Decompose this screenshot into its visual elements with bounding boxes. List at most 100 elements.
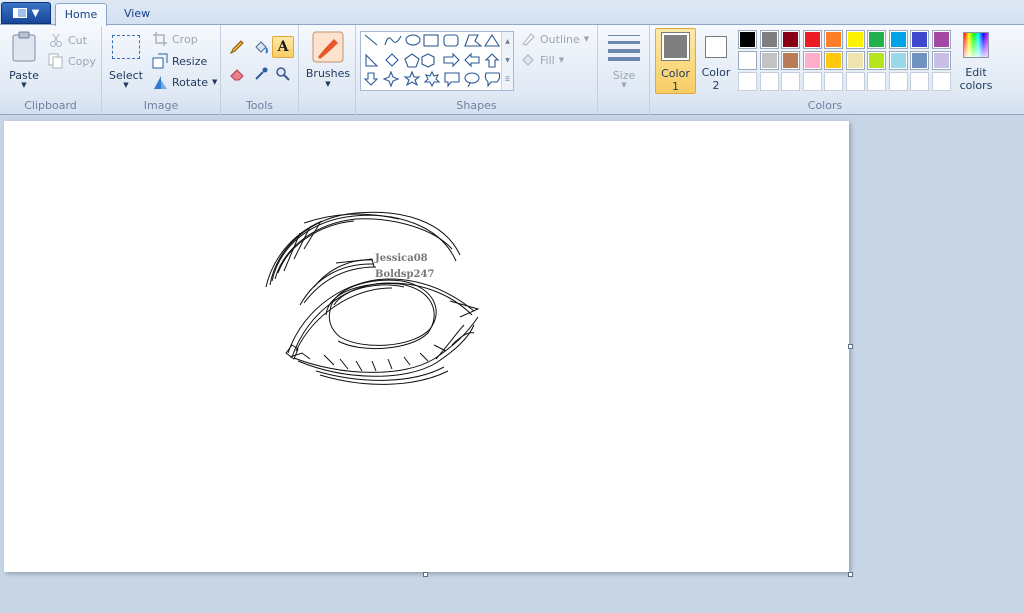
color2-label-text: Color	[701, 66, 731, 79]
magnifier-icon	[276, 67, 290, 81]
palette-swatch[interactable]	[802, 51, 822, 70]
palette-swatch[interactable]	[931, 51, 951, 70]
tools-group-label: Tools	[245, 99, 274, 112]
color1-label: Color 1	[656, 67, 695, 93]
crop-label: Crop	[172, 32, 198, 46]
brushes-button[interactable]: Brushes ▼	[305, 29, 351, 109]
eyedropper-icon	[255, 67, 268, 80]
copy-button[interactable]: Copy	[48, 51, 96, 71]
brushes-group: Brushes ▼	[299, 25, 356, 115]
crop-button[interactable]: Crop	[152, 29, 198, 49]
palette-empty-slot[interactable]	[867, 72, 886, 91]
palette-swatch[interactable]	[802, 30, 822, 49]
palette-empty-slot[interactable]	[824, 72, 843, 91]
chevron-down-icon: ▼	[325, 80, 331, 88]
palette-swatch[interactable]	[888, 30, 908, 49]
shapes-gallery: ▲ ▼ ☰	[360, 31, 514, 91]
outline-label: Outline	[540, 32, 580, 46]
palette-swatch[interactable]	[781, 51, 800, 70]
palette-empty-slot[interactable]	[802, 72, 822, 91]
color2-label: Color 2	[698, 66, 734, 92]
outline-button[interactable]: Outline ▼	[520, 29, 589, 49]
edit-colors-label: Edit colors	[956, 66, 996, 92]
chevron-down-icon: ▼	[583, 35, 590, 43]
scissors-icon	[50, 33, 62, 47]
tab-view[interactable]: View	[112, 3, 162, 26]
palette-empty-slot[interactable]	[910, 72, 929, 91]
palette-swatch[interactable]	[738, 51, 757, 70]
fill-bucket-icon	[522, 54, 534, 66]
fill-button[interactable]: Fill ▼	[520, 50, 564, 70]
canvas-resize-handle-corner[interactable]	[848, 572, 853, 577]
palette-empty-slot[interactable]	[738, 72, 757, 91]
text-tool[interactable]: A	[272, 36, 294, 58]
canvas-resize-handle-right[interactable]	[848, 344, 853, 349]
palette-empty-slot[interactable]	[759, 72, 779, 91]
palette-swatch[interactable]	[759, 30, 779, 49]
color1-label-text: Color	[661, 67, 690, 80]
palette-swatch[interactable]	[867, 30, 886, 49]
size-button[interactable]: Size ▼	[604, 29, 644, 91]
fill-label: Fill	[540, 53, 555, 67]
paste-icon	[12, 31, 36, 62]
palette-swatch[interactable]	[759, 51, 779, 70]
color1-button[interactable]: Color 1	[655, 28, 696, 94]
chevron-down-icon: ▼	[212, 78, 218, 86]
rotate-button[interactable]: Rotate ▼	[152, 72, 217, 92]
shapes-scrollbar[interactable]: ▲ ▼ ☰	[501, 32, 513, 90]
magnifier-tool[interactable]	[272, 63, 294, 85]
edit-colors-button[interactable]: Edit colors	[956, 28, 996, 94]
text-a-icon: A	[277, 39, 289, 55]
signature-text: Jessica08 Boldsp247	[375, 251, 434, 283]
tools-group: A Tools	[221, 25, 299, 115]
palette-swatch[interactable]	[845, 51, 865, 70]
eraser-tool[interactable]	[226, 63, 248, 85]
resize-button[interactable]: Resize	[152, 51, 207, 71]
drawing-canvas[interactable]: Jessica08 Boldsp247	[4, 121, 849, 572]
chevron-down-icon: ▼	[558, 56, 565, 64]
pencil-tool[interactable]	[226, 36, 248, 58]
brush-icon	[312, 31, 344, 63]
palette-swatch[interactable]	[845, 30, 865, 49]
colors-group: Color 1 Color 2 Edit colors Colors	[650, 25, 1000, 115]
palette-swatch[interactable]	[910, 51, 929, 70]
tab-home[interactable]: Home	[55, 3, 107, 26]
size-group: Size ▼	[598, 25, 650, 115]
palette-swatch[interactable]	[824, 51, 843, 70]
copy-label: Copy	[68, 54, 96, 68]
rotate-icon	[154, 76, 167, 89]
select-button[interactable]: Select ▼	[108, 29, 144, 91]
palette-empty-slot[interactable]	[845, 72, 865, 91]
palette-swatch[interactable]	[867, 51, 886, 70]
paint-menu-button[interactable]: ▼	[1, 2, 51, 24]
palette-swatch[interactable]	[781, 30, 800, 49]
clipboard-group-label: Clipboard	[24, 99, 77, 112]
palette-swatch[interactable]	[910, 30, 929, 49]
color2-button[interactable]: Color 2	[698, 28, 734, 94]
shapes-group: ▲ ▼ ☰ Outline ▼ Fill ▼ Shapes	[356, 25, 598, 115]
chevron-down-icon: ▼	[31, 7, 40, 19]
clipboard-group: Paste ▼ Cut Copy Clipboard	[0, 25, 102, 115]
palette-empty-slot[interactable]	[931, 72, 951, 91]
paint-bucket-icon	[255, 41, 268, 54]
paste-button[interactable]: Paste ▼	[6, 29, 42, 91]
cut-button[interactable]: Cut	[48, 30, 87, 50]
eye-drawing	[265, 211, 480, 385]
palette-swatch[interactable]	[738, 30, 757, 49]
color1-label-num: 1	[672, 80, 679, 93]
palette-empty-slot[interactable]	[781, 72, 800, 91]
palette-swatch[interactable]	[931, 30, 951, 49]
rotate-label: Rotate	[172, 75, 209, 89]
palette-empty-slot[interactable]	[888, 72, 908, 91]
select-icon	[112, 35, 140, 59]
palette-swatch[interactable]	[824, 30, 843, 49]
canvas-resize-handle-bottom[interactable]	[423, 572, 428, 577]
fill-tool[interactable]	[250, 36, 272, 58]
palette-swatch[interactable]	[888, 51, 908, 70]
pencil-icon	[229, 40, 244, 55]
image-group-label: Image	[143, 99, 179, 112]
color-picker-tool[interactable]	[250, 63, 272, 85]
color1-fill	[664, 35, 687, 58]
chevron-down-icon: ▼	[621, 81, 627, 89]
chevron-down-icon: ▼	[123, 81, 129, 89]
